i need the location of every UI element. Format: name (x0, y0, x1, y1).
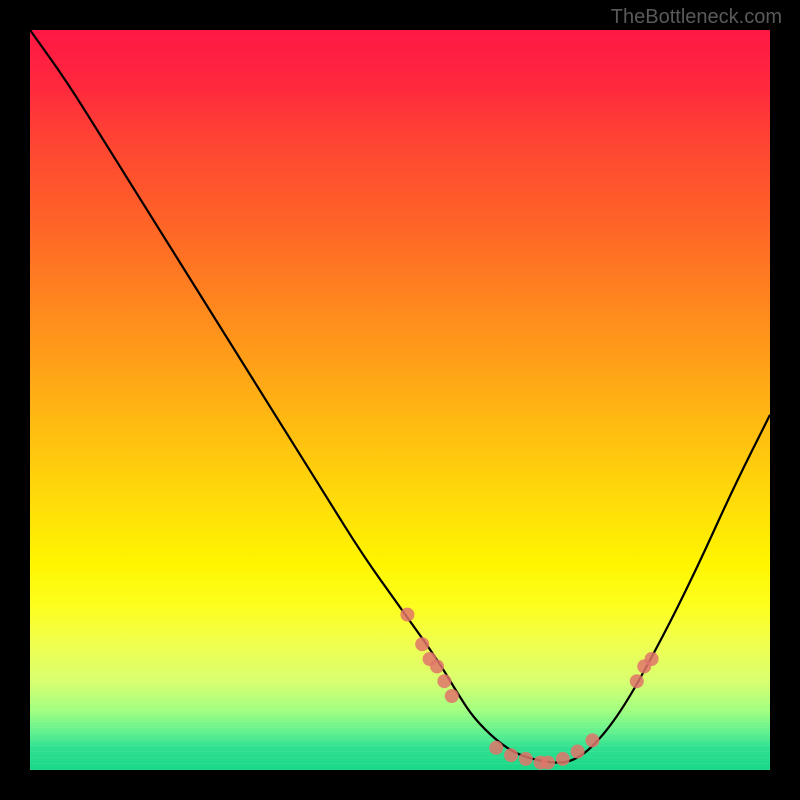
data-point (415, 637, 429, 651)
data-point (571, 745, 585, 759)
data-point (489, 741, 503, 755)
data-point (519, 752, 533, 766)
data-point (556, 752, 570, 766)
data-points (400, 608, 658, 770)
watermark-text: TheBottleneck.com (611, 6, 782, 29)
data-point (400, 608, 414, 622)
data-point (430, 659, 444, 673)
data-point (437, 674, 451, 688)
data-point (445, 689, 459, 703)
chart-plot-area (30, 30, 770, 770)
data-point (645, 652, 659, 666)
data-point (504, 748, 518, 762)
data-point (541, 756, 555, 770)
data-point (630, 674, 644, 688)
bottleneck-curve (30, 30, 770, 763)
chart-svg (30, 30, 770, 770)
data-point (585, 733, 599, 747)
